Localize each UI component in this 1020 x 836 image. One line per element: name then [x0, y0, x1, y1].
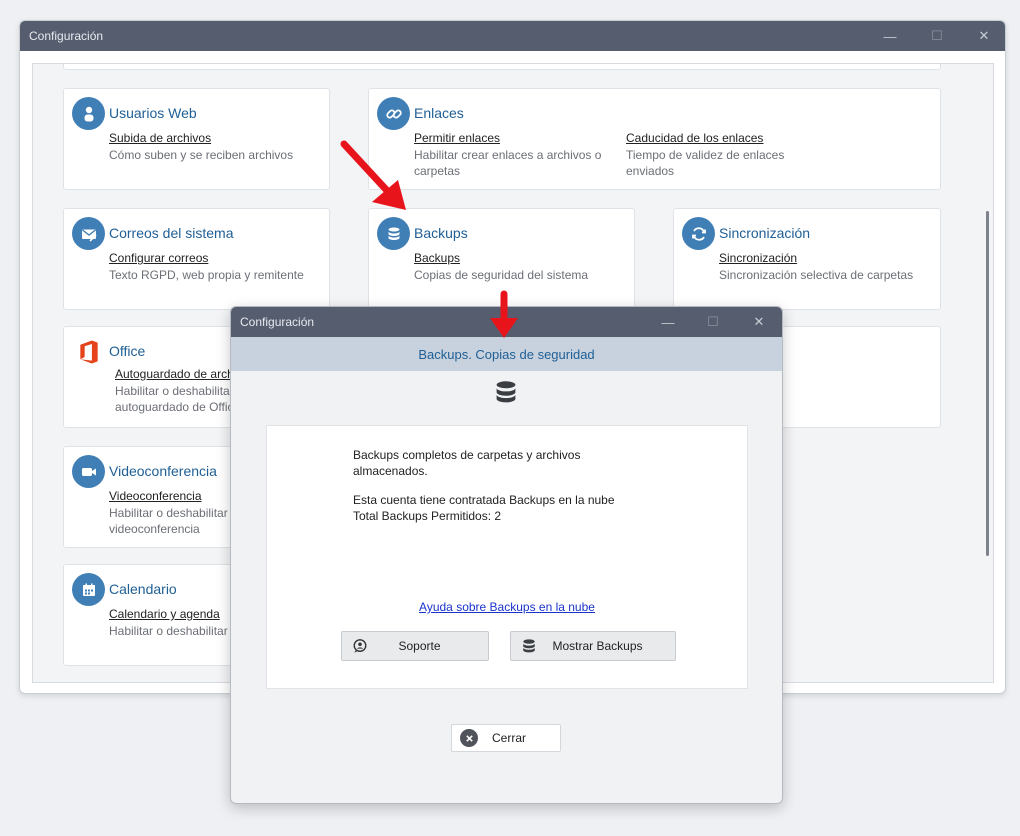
user-icon — [72, 97, 105, 130]
close-circle-icon — [460, 729, 478, 747]
setting-link[interactable]: Subida de archivos — [109, 131, 319, 145]
card-usuarios-web: Usuarios Web Subida de archivos Cómo sub… — [63, 88, 330, 190]
maximize-button[interactable]: ☐ — [917, 21, 957, 51]
setting-description: Cómo suben y se reciben archivos — [109, 148, 294, 162]
card-title: Backups — [414, 225, 468, 241]
setting-item: Backups Copias de seguridad del sistema — [414, 251, 624, 283]
backups-dialog: Configuración — ☐ ✕ Backups. Copias de s… — [230, 306, 783, 804]
cerrar-button-label: Cerrar — [492, 731, 527, 745]
close-button[interactable]: ✕ — [964, 21, 1004, 51]
card-correos: Correos del sistema Configurar correos T… — [63, 208, 330, 310]
setting-description: Sincronización selectiva de carpetas — [719, 268, 914, 282]
office-icon — [72, 335, 105, 368]
card-title: Videoconferencia — [109, 463, 217, 479]
setting-description: Habilitar crear enlaces a archivos o car… — [414, 148, 602, 178]
minimize-button[interactable]: — — [870, 21, 910, 51]
database-icon — [520, 637, 538, 655]
cerrar-button[interactable]: Cerrar — [451, 724, 561, 752]
database-icon — [496, 381, 516, 403]
setting-link[interactable]: Backups — [414, 251, 624, 265]
card-title: Office — [109, 343, 146, 359]
setting-link[interactable]: Videoconferencia — [109, 489, 229, 503]
card-title: Calendario — [109, 581, 177, 597]
card-title: Enlaces — [414, 105, 464, 121]
mail-icon — [72, 217, 105, 250]
card-title: Usuarios Web — [109, 105, 197, 121]
dialog-close-button[interactable]: ✕ — [739, 307, 779, 337]
setting-description: Tiempo de validez de enlaces enviados — [626, 148, 785, 178]
backups-allowed-text: Total Backups Permitidos: 2 — [353, 509, 502, 523]
setting-item: Sincronización Sincronización selectiva … — [719, 251, 929, 283]
help-link[interactable]: Ayuda sobre Backups en la nube — [267, 600, 747, 614]
sync-icon — [682, 217, 715, 250]
support-icon — [351, 637, 369, 655]
annotation-arrow-icon — [340, 140, 406, 210]
dialog-minimize-button[interactable]: — — [648, 307, 688, 337]
link-icon — [377, 97, 410, 130]
calendar-icon — [72, 573, 105, 606]
main-window-title: Configuración — [29, 29, 104, 43]
setting-item: Configurar correos Texto RGPD, web propi… — [109, 251, 319, 283]
annotation-arrow-down-icon — [490, 290, 518, 338]
card-title: Sincronización — [719, 225, 811, 241]
setting-item: Permitir enlaces Habilitar crear enlaces… — [414, 131, 614, 179]
backups-info-panel: Backups completos de carpetas y archivos… — [266, 425, 748, 689]
setting-link[interactable]: Permitir enlaces — [414, 131, 614, 145]
scrollbar[interactable] — [986, 211, 989, 556]
setting-item: Videoconferencia Habilitar o deshabilita… — [109, 489, 229, 537]
dialog-title: Configuración — [240, 315, 315, 329]
setting-link[interactable]: Caducidad de los enlaces — [626, 131, 796, 145]
support-button[interactable]: Soporte — [341, 631, 489, 661]
setting-description: Habilitar o deshabilitar videoconferenci… — [109, 506, 228, 536]
main-titlebar: Configuración — ☐ ✕ — [20, 21, 1005, 51]
card-sincronizacion: Sincronización Sincronización Sincroniza… — [673, 208, 941, 310]
setting-description: Texto RGPD, web propia y remitente — [109, 268, 304, 282]
dialog-maximize-button[interactable]: ☐ — [693, 307, 733, 337]
setting-link[interactable]: Sincronización — [719, 251, 929, 265]
setting-item: Subida de archivos Cómo suben y se recib… — [109, 131, 319, 163]
card-enlaces: Enlaces Permitir enlaces Habilitar crear… — [368, 88, 941, 190]
show-backups-button[interactable]: Mostrar Backups — [510, 631, 676, 661]
setting-item: Caducidad de los enlaces Tiempo de valid… — [626, 131, 796, 179]
video-camera-icon — [72, 455, 105, 488]
backups-plan-text: Esta cuenta tiene contratada Backups en … — [353, 493, 615, 507]
show-backups-button-label: Mostrar Backups — [552, 639, 643, 653]
setting-link[interactable]: Configurar correos — [109, 251, 319, 265]
database-icon — [377, 217, 410, 250]
card-title: Correos del sistema — [109, 225, 234, 241]
backups-description: Backups completos de carpetas y archivos… — [353, 448, 581, 478]
partial-card-top — [63, 64, 941, 70]
support-button-label: Soporte — [398, 639, 441, 653]
setting-description: Copias de seguridad del sistema — [414, 268, 589, 282]
dialog-header: Backups. Copias de seguridad — [231, 337, 782, 371]
